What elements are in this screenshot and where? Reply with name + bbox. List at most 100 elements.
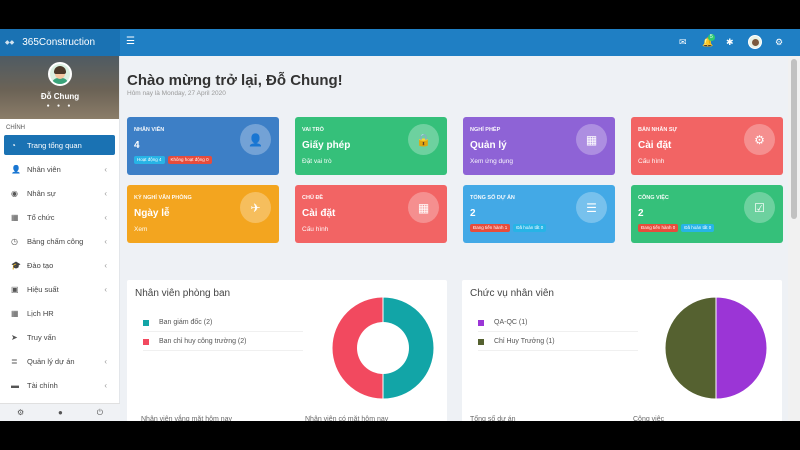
sidebar-nav: ◔ Trang tổng quan 👤 Nhân viên ‹ ◉ Nhân sự ‹ ▦ Tổ … xyxy=(0,135,119,397)
chevron-left-icon: ‹ xyxy=(104,188,107,198)
donut-hole xyxy=(357,322,409,374)
page-title: Chào mừng trở lại, Đỗ Chung! xyxy=(127,72,343,89)
gear-icon: ⚙ xyxy=(744,124,775,155)
stat-card-2[interactable]: NGHỈ PHÉP Quản lý Xem ứng dụng ▦ xyxy=(463,117,615,175)
card-link[interactable]: Cấu hình xyxy=(638,158,664,165)
globe-icon: ◉ xyxy=(11,188,18,198)
settings-icon[interactable]: ⚙ xyxy=(17,408,24,417)
legend-label: Ban chỉ huy công trường (2) xyxy=(159,338,247,345)
scrollbar-thumb[interactable] xyxy=(791,59,797,219)
card-link[interactable]: Xem xyxy=(134,226,147,233)
stat-card-7[interactable]: CÔNG VIỆC 2 Đang tiến hành 0 Đã hoàn tất 0 ☑ xyxy=(631,185,783,243)
sidebar-item-9[interactable]: ≣ Quản lý dự án ‹ xyxy=(0,349,119,373)
calendar-icon: ▦ xyxy=(11,308,19,318)
stat-card-3[interactable]: BẢN NHÂN SỰ Cài đặt Cấu hình ⚙ xyxy=(631,117,783,175)
position-panel: Chức vụ nhân viên QA-QC (1) Chỉ Huy Trưởn… xyxy=(462,280,782,421)
cube-icon: ▣ xyxy=(11,284,19,294)
chevron-left-icon: ‹ xyxy=(104,380,107,390)
building-icon: ▦ xyxy=(11,212,19,222)
pie-slice-0[interactable] xyxy=(715,296,768,400)
card-value: Ngày lễ xyxy=(134,208,170,219)
power-icon[interactable]: ⏻ xyxy=(97,408,103,418)
legend-item: QA-QC (1) xyxy=(478,314,638,332)
profile-actions[interactable]: ● ● ● xyxy=(0,103,120,109)
card-link[interactable]: Đặt vai trò xyxy=(302,158,332,165)
sidebar-item-label: Đào tạo xyxy=(27,260,54,270)
sidebar-section-label: CHÍNH xyxy=(6,125,25,131)
brand[interactable]: ◆◆ 365Construction xyxy=(0,29,120,56)
stat-card-6[interactable]: TỔNG SỐ DỰ ÁN 2 Đang tiến hành 1 Đã hoàn tấ… xyxy=(463,185,615,243)
graduation-cap-icon: 🎓 xyxy=(11,260,21,270)
card-value: 2 xyxy=(638,208,644,219)
sidebar-item-label: Nhân viên xyxy=(27,164,61,174)
user-avatar[interactable] xyxy=(748,35,762,49)
chevron-left-icon: ‹ xyxy=(104,260,107,270)
brand-name: 365Construction xyxy=(22,37,96,48)
sidebar-item-10[interactable]: ▬ Tài chính ‹ xyxy=(0,373,119,397)
bottom-stat-label: Nhân viên có mặt hôm nay xyxy=(305,416,389,421)
legend-swatch xyxy=(143,319,149,326)
sidebar-item-label: Truy vấn xyxy=(27,332,56,342)
card-value: Cài đặt xyxy=(302,208,336,219)
position-panel-title: Chức vụ nhân viên xyxy=(470,288,554,299)
card-tags: Đang tiến hành 1 Đã hoàn tất 0 xyxy=(470,224,547,232)
bottom-stat-label: Nhân viên vắng mặt hôm nay xyxy=(141,416,233,421)
sidebar-item-5[interactable]: 🎓 Đào tạo ‹ xyxy=(0,253,119,277)
plane-icon: ✈ xyxy=(240,192,271,223)
sidebar-item-label: Tổ chức xyxy=(27,212,55,222)
sidebar-footer: ⚙ ● ⏻ xyxy=(0,403,120,421)
sidebar-item-label: Lịch HR xyxy=(27,308,54,318)
chevron-left-icon: ‹ xyxy=(104,164,107,174)
chevron-left-icon: ‹ xyxy=(104,284,107,294)
legend-swatch xyxy=(143,338,149,345)
page-scrollbar[interactable] xyxy=(788,56,800,421)
settings-icon[interactable]: ✱ xyxy=(726,35,734,49)
server-icon: ☰ xyxy=(576,192,607,223)
card-value: 4 xyxy=(134,140,140,151)
rocket-icon: ➤ xyxy=(11,332,18,342)
stat-card-0[interactable]: NHÂN VIÊN 4 Hoạt động 4 Không hoạt động 0 👤 xyxy=(127,117,279,175)
stat-card-5[interactable]: CHỦ ĐỀ Cài đặt Cấu hình ▦ xyxy=(295,185,447,243)
sidebar-item-4[interactable]: ◷ Bảng chấm công ‹ xyxy=(0,229,119,253)
status-badge: Đã hoàn tất 0 xyxy=(513,224,547,232)
sidebar-item-label: Tài chính xyxy=(27,380,58,390)
card-label: CHỦ ĐỀ xyxy=(302,195,324,201)
card-link[interactable]: Xem ứng dụng xyxy=(470,158,513,165)
sidebar-item-label: Nhân sự xyxy=(27,188,56,198)
chat-icon[interactable]: ✉ xyxy=(679,35,687,49)
sidebar-item-6[interactable]: ▣ Hiệu suất ‹ xyxy=(0,277,119,301)
legend-label: QA-QC (1) xyxy=(494,319,528,326)
sidebar-item-1[interactable]: 👤 Nhân viên ‹ xyxy=(0,157,119,181)
status-badge: Đang tiến hành 1 xyxy=(470,224,511,232)
gear-icon[interactable]: ⚙ xyxy=(775,35,783,49)
card-label: KỲ NGHỈ VĂN PHÒNG xyxy=(134,195,192,201)
legend-item: Chỉ Huy Trưởng (1) xyxy=(478,333,638,351)
stat-card-4[interactable]: KỲ NGHỈ VĂN PHÒNG Ngày lễ Xem ✈ xyxy=(127,185,279,243)
sidebar-item-2[interactable]: ◉ Nhân sự ‹ xyxy=(0,181,119,205)
chevron-left-icon: ‹ xyxy=(104,236,107,246)
dashboard-icon: ◔ xyxy=(11,140,16,150)
status-badge: Hoạt động 4 xyxy=(134,156,165,164)
card-link[interactable]: Cấu hình xyxy=(302,226,328,233)
user-profile: Đỗ Chung ● ● ● xyxy=(0,56,119,119)
sidebar-item-3[interactable]: ▦ Tổ chức ‹ xyxy=(0,205,119,229)
menu-toggle-icon[interactable]: ☰ xyxy=(126,36,135,48)
card-value: Quản lý xyxy=(470,140,507,151)
position-pie-chart xyxy=(664,296,768,400)
main-content: Chào mừng trở lại, Đỗ Chung! Hôm nay là … xyxy=(120,56,788,421)
sidebar-item-8[interactable]: ➤ Truy vấn xyxy=(0,325,119,349)
stat-card-1[interactable]: VAI TRÒ Giấy phép Đặt vai trò 🔒 xyxy=(295,117,447,175)
profile-icon[interactable]: ● xyxy=(58,408,63,417)
card-label: TỔNG SỐ DỰ ÁN xyxy=(470,195,515,201)
card-label: VAI TRÒ xyxy=(302,127,324,133)
pie-slice-1[interactable] xyxy=(664,296,717,400)
sidebar-item-7[interactable]: ▦ Lịch HR xyxy=(0,301,119,325)
table-icon: ▦ xyxy=(408,192,439,223)
status-badge: Đang tiến hành 0 xyxy=(638,224,679,232)
sidebar-item-0[interactable]: ◔ Trang tổng quan xyxy=(4,135,115,155)
profile-avatar[interactable] xyxy=(48,62,72,86)
sidebar-item-label: Quản lý dự án xyxy=(27,356,75,366)
profile-name: Đỗ Chung xyxy=(40,92,80,101)
lock-icon: 🔒 xyxy=(408,124,439,155)
logo-icon: ◆◆ xyxy=(5,40,15,46)
